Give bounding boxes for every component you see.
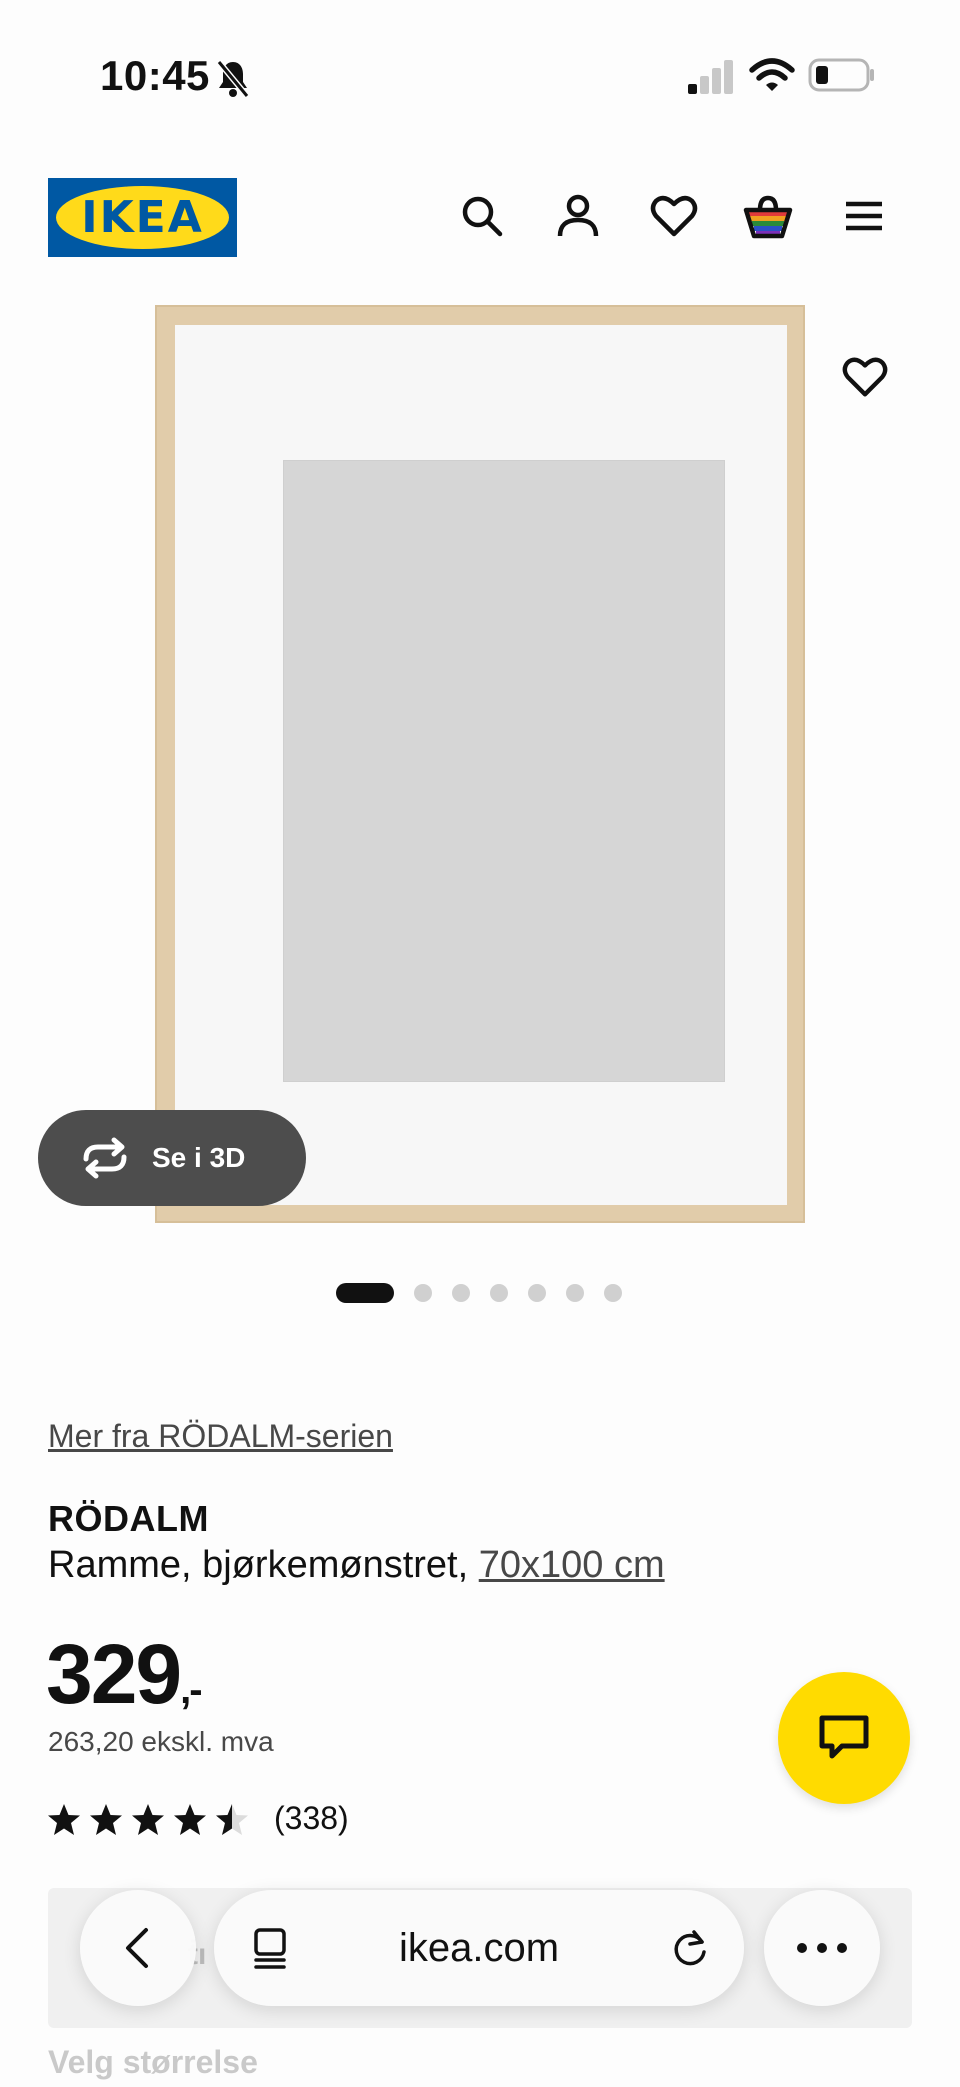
star-full-icon (90, 1804, 122, 1835)
frame-mat (175, 325, 787, 1205)
cellular-signal-icon (688, 60, 733, 94)
browser-back-button[interactable] (80, 1890, 196, 2006)
menu-icon[interactable] (838, 190, 890, 242)
price-value: 329 (46, 1627, 182, 1721)
logo-text: IKEA (81, 192, 204, 243)
product-name: RÖDALM (48, 1498, 209, 1539)
pagination-dot-active[interactable] (336, 1283, 394, 1303)
review-count[interactable]: (338) (274, 1800, 349, 1837)
add-to-wishlist-heart-icon[interactable] (840, 352, 890, 402)
star-full-icon (48, 1804, 80, 1835)
browser-address-bar[interactable]: ikea.com (214, 1890, 744, 2006)
star-full-icon (174, 1804, 206, 1835)
rotate-3d-icon (83, 1137, 127, 1179)
account-icon[interactable] (552, 190, 604, 242)
view-3d-button[interactable]: Se i 3D (38, 1110, 306, 1206)
url-text[interactable]: ikea.com (214, 1890, 744, 2006)
status-bar: 10:45 (0, 0, 960, 150)
select-size-heading: Velg størrelse (48, 2044, 258, 2080)
pagination-dot[interactable] (490, 1284, 508, 1302)
browser-more-button[interactable] (764, 1890, 880, 2006)
shopping-bag-icon[interactable] (742, 190, 794, 242)
battery-icon (808, 58, 874, 92)
price-excluding-vat: 263,20 ekskl. mva (48, 1726, 274, 1757)
pagination-dot[interactable] (566, 1284, 584, 1302)
ikea-logo[interactable]: IKEA (48, 178, 237, 257)
more-dots-icon (797, 1943, 847, 1953)
series-link[interactable]: Mer fra RÖDALM-serien (48, 1418, 393, 1455)
pagination-dot[interactable] (528, 1284, 546, 1302)
pagination-dot[interactable] (604, 1284, 622, 1302)
view-3d-label: Se i 3D (152, 1142, 246, 1173)
site-header: IKEA (0, 170, 960, 270)
star-half-icon (216, 1804, 248, 1835)
pagination-dot[interactable] (414, 1284, 432, 1302)
reload-icon[interactable] (668, 1926, 712, 1970)
price-suffix: ,- (180, 1668, 202, 1712)
product-description-text: Ramme, bjørkemønstret, (48, 1544, 479, 1586)
wifi-icon (749, 58, 795, 91)
status-time: 10:45 (100, 52, 210, 99)
bell-slash-icon (216, 60, 250, 98)
frame-placeholder-picture (283, 460, 725, 1082)
product-description: Ramme, bjørkemønstret, 70x100 cm (48, 1544, 665, 1587)
product-price: 329,- (46, 1626, 203, 1723)
pagination-dot[interactable] (452, 1284, 470, 1302)
search-icon[interactable] (456, 190, 508, 242)
chat-button[interactable] (778, 1672, 910, 1804)
wishlist-heart-icon[interactable] (648, 190, 700, 242)
product-size-link[interactable]: 70x100 cm (479, 1544, 665, 1586)
star-full-icon (132, 1804, 164, 1835)
product-image[interactable] (155, 305, 805, 1223)
chat-bubble-icon (819, 1715, 869, 1759)
product-gallery[interactable]: Se i 3D (0, 300, 960, 1230)
chevron-left-icon (126, 1928, 148, 1968)
